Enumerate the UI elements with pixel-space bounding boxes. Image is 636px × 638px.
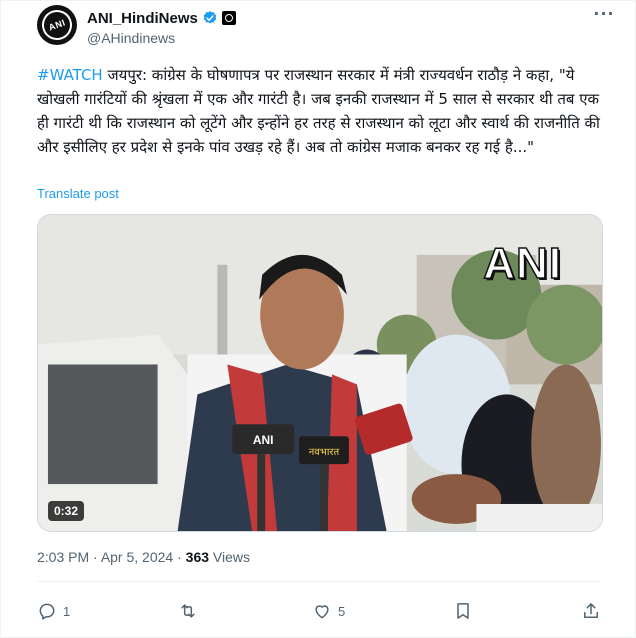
verified-badge-icon	[203, 11, 217, 24]
ani-watermark: ANI	[482, 238, 562, 289]
ani-logo-icon: ANI	[37, 5, 77, 45]
share-icon	[583, 603, 598, 618]
tweet-header: ANI ANI_HindiNews @AHindinews ···	[37, 5, 625, 49]
like-count: 5	[337, 603, 346, 619]
tweet-text: #WATCH जयपुर: कांग्रेस के घोषणापत्र पर र…	[37, 63, 603, 159]
bookmark-icon	[457, 603, 469, 619]
avatar-text: ANI	[47, 17, 67, 33]
action-bar: 1 5	[37, 593, 601, 629]
affiliate-badge-icon	[221, 11, 236, 25]
video-player[interactable]: ANI नवभारत ANI 0:32	[37, 214, 603, 532]
post-date[interactable]: Apr 5, 2024	[101, 549, 173, 565]
like-button[interactable]: 5	[312, 601, 345, 621]
tweet-card: ANI ANI_HindiNews @AHindinews ··· #WATCH…	[0, 0, 636, 638]
divider	[37, 581, 601, 582]
mic-label-navbharat: नवभारत	[309, 447, 340, 458]
avatar[interactable]: ANI	[37, 5, 77, 45]
views-count: 363	[185, 549, 210, 565]
tweet-body: जयपुर: कांग्रेस के घोषणापत्र पर राजस्थान…	[37, 66, 600, 156]
mic-label-ani: ANI	[253, 433, 274, 447]
account-names: ANI_HindiNews @AHindinews	[87, 9, 236, 46]
bookmark-button[interactable]	[453, 601, 473, 621]
reply-icon	[39, 603, 55, 620]
hashtag-link[interactable]: #WATCH	[37, 66, 103, 84]
repost-icon	[181, 604, 195, 618]
translate-post-link[interactable]: Translate post	[37, 186, 119, 201]
reply-count: 1	[63, 603, 71, 619]
views-label: Views	[209, 549, 250, 565]
heart-icon	[315, 605, 329, 619]
tweet-meta: 2:03 PM · Apr 5, 2024 · 363 Views	[37, 549, 250, 565]
repost-button[interactable]	[178, 601, 204, 621]
meta-separator: ·	[89, 549, 101, 565]
post-time[interactable]: 2:03 PM	[37, 549, 89, 565]
meta-separator-2: ·	[173, 549, 186, 565]
share-button[interactable]	[581, 601, 601, 621]
handle[interactable]: @AHindinews	[87, 30, 236, 46]
display-name[interactable]: ANI_HindiNews	[87, 10, 198, 27]
video-duration: 0:32	[48, 501, 85, 521]
reply-button[interactable]: 1	[37, 601, 70, 621]
more-options-icon[interactable]: ···	[589, 5, 619, 29]
